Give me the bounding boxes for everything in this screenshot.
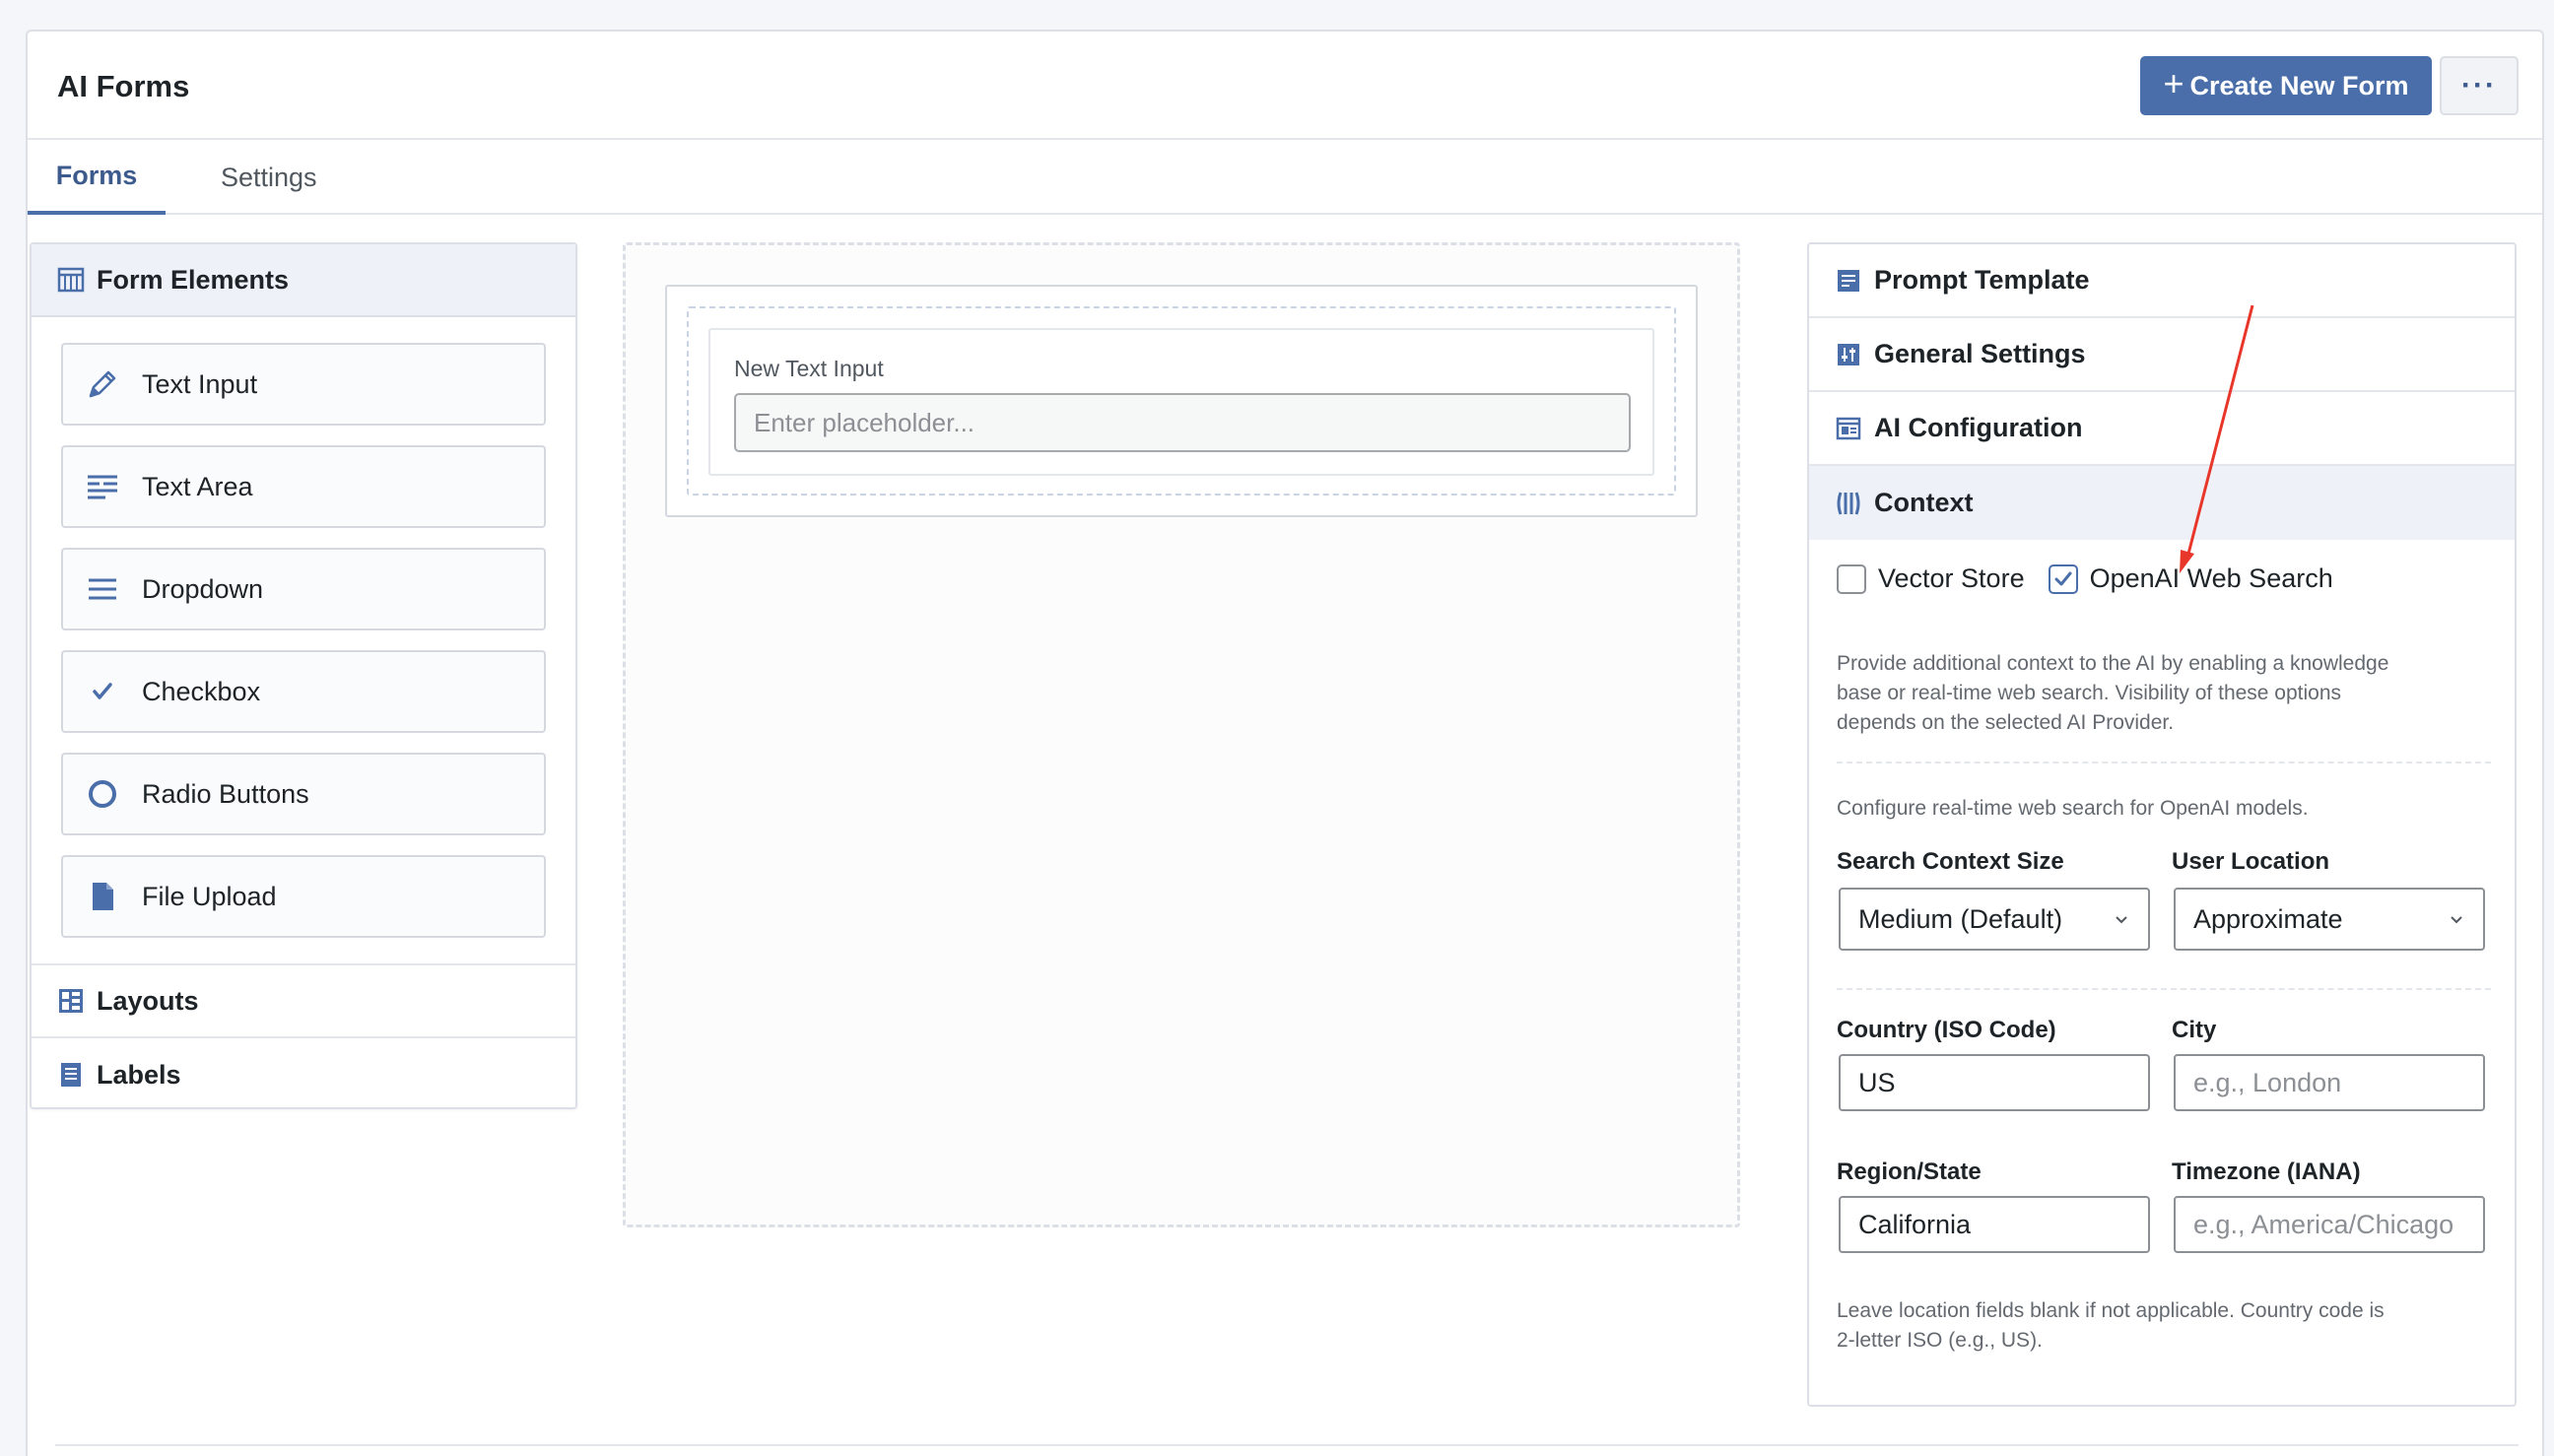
layout-grid-icon	[57, 987, 85, 1015]
elements-list: Text Input Text Area Dropdown Checkbox R…	[32, 317, 575, 965]
labels-label: Labels	[97, 1059, 181, 1090]
ai-configuration-section[interactable]: AI Configuration	[1809, 392, 2515, 466]
element-label: Dropdown	[142, 573, 264, 604]
element-file-upload[interactable]: File Upload	[61, 855, 546, 938]
element-label: File Upload	[142, 881, 277, 911]
element-checkbox[interactable]: Checkbox	[61, 650, 546, 733]
search-context-size-value: Medium (Default)	[1858, 903, 2063, 934]
divider	[55, 1444, 2519, 1446]
ai-configuration-label: AI Configuration	[1874, 413, 2083, 442]
form-column-dropzone[interactable]: New Text Input	[687, 306, 1676, 496]
context-columns-icon	[1835, 490, 1862, 517]
openai-web-search-label: OpenAI Web Search	[2089, 563, 2333, 593]
timezone-label: Timezone (IANA)	[2172, 1158, 2361, 1185]
tab-bar: Forms Settings	[28, 140, 2542, 215]
form-elements-header[interactable]: Form Elements	[32, 244, 575, 317]
field-label: New Text Input	[734, 356, 884, 381]
more-options-button[interactable]: ···	[2440, 56, 2519, 115]
label-doc-icon	[57, 1061, 85, 1089]
context-label: Context	[1874, 488, 1974, 517]
labels-section[interactable]: Labels	[32, 1038, 575, 1111]
context-source-options: Vector Store OpenAI Web Search	[1837, 563, 2333, 594]
page-title: AI Forms	[57, 69, 190, 103]
user-location-value: Approximate	[2193, 903, 2343, 934]
app-header: AI Forms + Create New Form ···	[28, 32, 2542, 140]
chevron-down-icon	[2113, 904, 2130, 935]
help-line: base or real-time web search. Visibility…	[1837, 682, 2342, 704]
general-settings-label: General Settings	[1874, 339, 2086, 368]
menu-lines-icon	[85, 571, 120, 607]
vector-store-label: Vector Store	[1878, 563, 2025, 593]
location-help-text: Leave location fields blank if not appli…	[1837, 1296, 2385, 1356]
element-text-input[interactable]: Text Input	[61, 343, 546, 426]
help-line: depends on the selected AI Provider.	[1837, 711, 2175, 734]
city-input[interactable]: e.g., London	[2174, 1054, 2485, 1111]
element-label: Text Area	[142, 471, 253, 501]
user-location-select[interactable]: Approximate	[2174, 888, 2485, 951]
form-elements-panel: Form Elements Text Input Text Area Dropd…	[30, 242, 577, 1109]
help-line: 2-letter ISO (e.g., US).	[1837, 1329, 2043, 1352]
openai-web-search-checkbox[interactable]	[2048, 563, 2078, 594]
field-preview-input[interactable]	[734, 393, 1631, 452]
form-row[interactable]: New Text Input	[665, 285, 1698, 517]
context-help-text: Provide additional context to the AI by …	[1837, 649, 2388, 738]
chevron-down-icon	[2448, 904, 2465, 935]
city-label: City	[2172, 1017, 2217, 1043]
country-label: Country (ISO Code)	[1837, 1017, 2056, 1043]
checkmark-icon	[2054, 571, 2072, 585]
user-location-label: User Location	[2172, 848, 2330, 875]
timezone-input[interactable]: e.g., America/Chicago	[2174, 1196, 2485, 1253]
element-label: Checkbox	[142, 676, 261, 706]
layouts-label: Layouts	[97, 985, 199, 1016]
text-lines-icon	[85, 469, 120, 504]
form-elements-title: Form Elements	[97, 264, 290, 295]
element-label: Text Input	[142, 368, 258, 399]
region-label: Region/State	[1837, 1158, 1982, 1185]
form-elements-grid-icon	[57, 266, 85, 294]
vector-store-checkbox[interactable]	[1837, 563, 1866, 594]
search-context-size-label: Search Context Size	[1837, 848, 2064, 875]
prompt-template-section[interactable]: Prompt Template	[1809, 244, 2515, 318]
create-new-form-label: Create New Form	[2189, 70, 2409, 100]
settings-panel: Prompt Template General Settings AI Conf…	[1807, 242, 2517, 1407]
help-line: Provide additional context to the AI by …	[1837, 652, 2389, 675]
tab-forms[interactable]: Forms	[28, 140, 166, 215]
help-line: Leave location fields blank if not appli…	[1837, 1299, 2385, 1322]
search-context-size-select[interactable]: Medium (Default)	[1839, 888, 2150, 951]
checkmark-icon	[85, 674, 120, 709]
file-icon	[85, 879, 120, 914]
region-input[interactable]: California	[1839, 1196, 2150, 1253]
tab-settings[interactable]: Settings	[191, 140, 347, 215]
prompt-doc-icon	[1835, 267, 1862, 295]
ellipsis-icon: ···	[2461, 69, 2497, 101]
layouts-section[interactable]: Layouts	[32, 965, 575, 1038]
radio-circle-icon	[85, 776, 120, 812]
divider	[1837, 988, 2491, 990]
vector-store-option[interactable]: Vector Store	[1837, 563, 2025, 594]
country-input[interactable]: US	[1839, 1054, 2150, 1111]
element-label: Radio Buttons	[142, 778, 309, 809]
create-new-form-button[interactable]: + Create New Form	[2140, 56, 2432, 115]
element-radio-buttons[interactable]: Radio Buttons	[61, 753, 546, 835]
element-text-area[interactable]: Text Area	[61, 445, 546, 528]
element-dropdown[interactable]: Dropdown	[61, 548, 546, 630]
divider	[1837, 761, 2491, 763]
pencil-icon	[85, 366, 120, 402]
prompt-template-label: Prompt Template	[1874, 265, 2090, 295]
ai-config-icon	[1835, 415, 1862, 442]
settings-sliders-icon	[1835, 341, 1862, 368]
general-settings-section[interactable]: General Settings	[1809, 318, 2515, 392]
web-search-config-text: Configure real-time web search for OpenA…	[1837, 797, 2309, 820]
plus-icon: +	[2163, 63, 2184, 103]
form-canvas[interactable]: New Text Input	[623, 242, 1740, 1227]
context-section[interactable]: Context	[1809, 466, 2515, 540]
text-input-field-card[interactable]: New Text Input	[708, 328, 1654, 476]
openai-web-search-option[interactable]: OpenAI Web Search	[2048, 563, 2333, 594]
